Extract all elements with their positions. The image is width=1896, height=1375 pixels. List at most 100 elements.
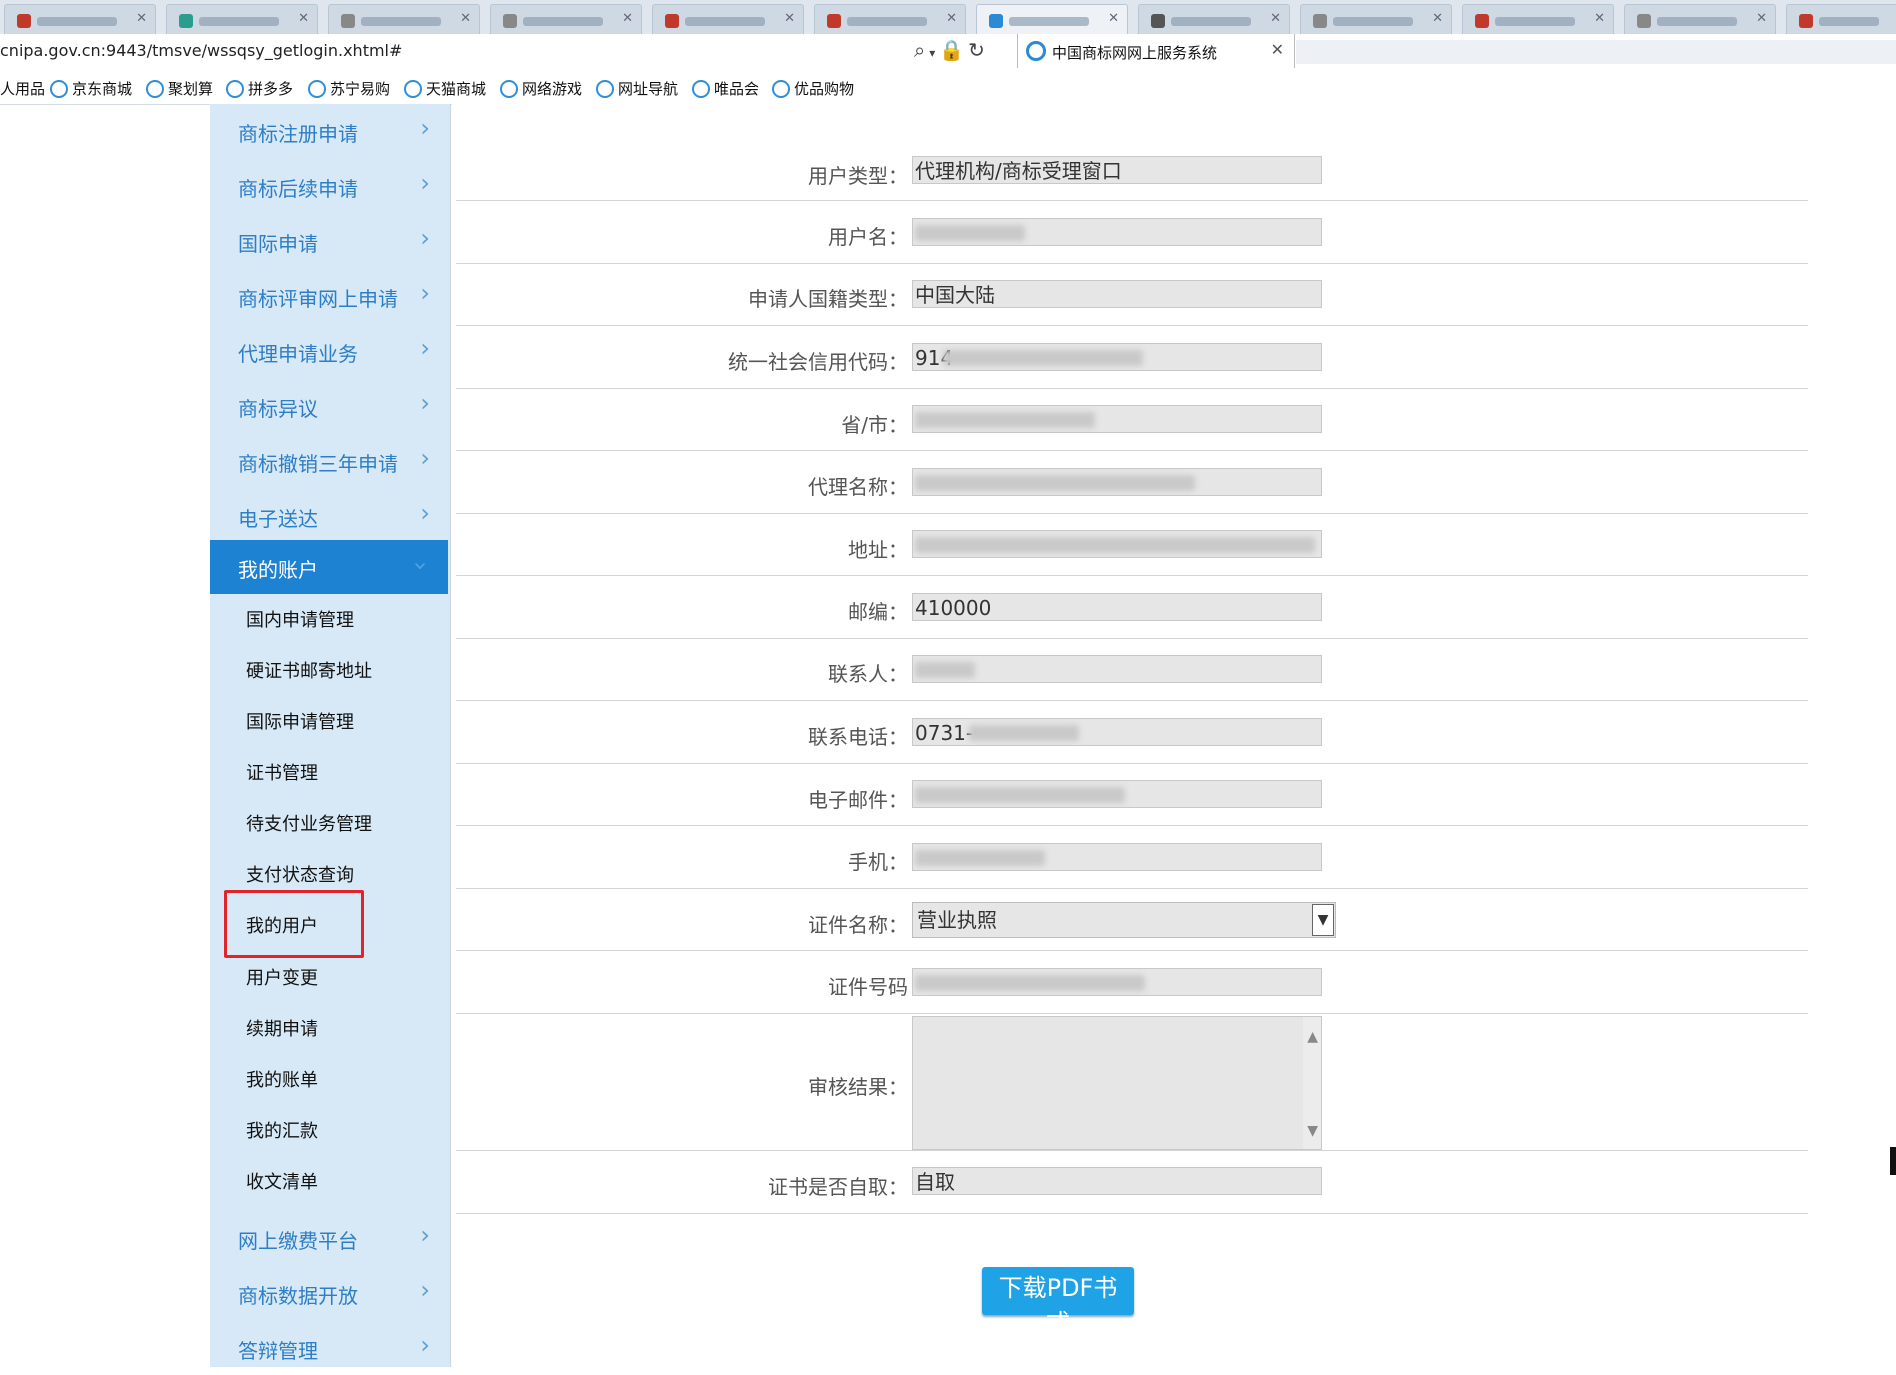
browser-tab[interactable]: ✕ xyxy=(4,4,156,35)
favorite-link[interactable]: 苏宁易购 xyxy=(308,78,390,99)
form-row-province-city: 省/市： xyxy=(456,388,1808,451)
chevron-down-icon: › xyxy=(407,561,436,571)
browser-tab[interactable]: ✕ xyxy=(814,4,966,35)
active-tab-title: 中国商标网网上服务系统 xyxy=(1052,44,1218,62)
my-account-submenu: 国内申请管理 硬证书邮寄地址 国际申请管理 证书管理 待支付业务管理 支付状态查… xyxy=(210,594,448,1193)
sidebar-item-electronic-delivery[interactable]: 电子送达 › xyxy=(210,489,448,543)
browser-tab[interactable]: ✕ xyxy=(1624,4,1776,35)
submenu-my-remittance[interactable]: 我的汇款 xyxy=(246,1117,318,1143)
site-favicon xyxy=(503,14,517,28)
close-tab-icon[interactable]: ✕ xyxy=(946,11,957,26)
favorite-label: 网络游戏 xyxy=(522,80,583,98)
sidebar-item-trademark-registration[interactable]: 商标注册申请 › xyxy=(210,104,448,158)
postcode-field: 410000 xyxy=(912,593,1322,621)
redacted-value xyxy=(969,725,1079,741)
submenu-document-receipt-list[interactable]: 收文清单 xyxy=(246,1168,318,1194)
browser-tab[interactable]: ✕ xyxy=(652,4,804,35)
browser-tab[interactable]: ✕ xyxy=(1300,4,1452,35)
close-tab-icon[interactable]: ✕ xyxy=(1108,11,1119,26)
favorite-link[interactable]: 聚划算 xyxy=(146,78,213,99)
chevron-right-icon: › xyxy=(420,1276,430,1304)
browser-tab[interactable]: ✕ xyxy=(976,4,1128,35)
close-tab-icon[interactable]: ✕ xyxy=(784,11,795,26)
browser-tab[interactable] xyxy=(1786,4,1896,35)
favorite-link[interactable]: 天猫商城 xyxy=(404,78,486,99)
refresh-icon[interactable]: ↻ xyxy=(968,38,989,62)
favorite-label: 网址导航 xyxy=(618,80,679,98)
form-row-user-type: 用户类型： 代理机构/商标受理窗口 xyxy=(456,144,1808,201)
submenu-pending-payment-management[interactable]: 待支付业务管理 xyxy=(246,810,372,836)
search-icon[interactable]: ⌕ xyxy=(914,38,929,62)
credit-code-field: 914 xyxy=(912,343,1322,371)
review-result-textarea[interactable]: ▲ ▼ xyxy=(912,1016,1322,1150)
close-tab-icon[interactable]: ✕ xyxy=(1594,11,1605,26)
favorite-link[interactable]: 网络游戏 xyxy=(500,78,582,99)
sidebar-item-label: 商标数据开放 xyxy=(238,1284,358,1308)
close-tab-icon[interactable]: ✕ xyxy=(1271,40,1284,59)
active-browser-tab[interactable]: 中国商标网网上服务系统 ✕ xyxy=(1017,34,1295,68)
field-label: 地址： xyxy=(848,538,908,562)
submenu-certificate-mailing-address[interactable]: 硬证书邮寄地址 xyxy=(246,657,372,683)
browser-tab[interactable]: ✕ xyxy=(1138,4,1290,35)
favorite-link[interactable]: 网址导航 xyxy=(596,78,678,99)
favorite-link[interactable]: 人用品 xyxy=(0,78,45,99)
submenu-certificate-management[interactable]: 证书管理 xyxy=(246,759,318,785)
favorite-label: 京东商城 xyxy=(72,80,133,98)
scroll-down-icon[interactable]: ▼ xyxy=(1307,1123,1318,1139)
sidebar-item-online-payment[interactable]: 网上缴费平台 › xyxy=(210,1211,448,1265)
scroll-up-icon[interactable]: ▲ xyxy=(1307,1029,1318,1045)
close-tab-icon[interactable]: ✕ xyxy=(298,11,309,26)
window-edge-handle xyxy=(1890,1147,1896,1175)
close-tab-icon[interactable]: ✕ xyxy=(136,11,147,26)
form-row-nationality-type: 申请人国籍类型： 中国大陆 xyxy=(456,263,1808,326)
site-favicon xyxy=(665,14,679,28)
sidebar-item-agency-business[interactable]: 代理申请业务 › xyxy=(210,324,448,378)
submenu-payment-status-query[interactable]: 支付状态查询 xyxy=(246,861,354,887)
sidebar-item-subsequent-application[interactable]: 商标后续申请 › xyxy=(210,159,448,213)
sidebar-item-my-account[interactable]: 我的账户 › xyxy=(210,540,448,594)
submenu-my-bills[interactable]: 我的账单 xyxy=(246,1066,318,1092)
field-label: 电子邮件： xyxy=(808,788,908,812)
close-tab-icon[interactable]: ✕ xyxy=(1432,11,1443,26)
close-tab-icon[interactable]: ✕ xyxy=(460,11,471,26)
sidebar-item-review-online[interactable]: 商标评审网上申请 › xyxy=(210,269,448,323)
sidebar-item-international-application[interactable]: 国际申请 › xyxy=(210,214,448,268)
download-pdf-button[interactable]: 下载PDF书式 xyxy=(982,1267,1134,1337)
close-tab-icon[interactable]: ✕ xyxy=(1270,11,1281,26)
certificate-name-select[interactable]: 营业执照 ▼ xyxy=(912,902,1336,938)
browser-tab[interactable]: ✕ xyxy=(490,4,642,35)
chevron-right-icon: › xyxy=(420,224,430,252)
field-label: 省/市： xyxy=(841,413,908,437)
favorite-link[interactable]: 京东商城 xyxy=(50,78,132,99)
chevron-down-icon[interactable]: ▼ xyxy=(1312,904,1334,936)
browser-tab[interactable]: ✕ xyxy=(328,4,480,35)
field-label: 证件号码 xyxy=(828,975,908,999)
sidebar-item-opposition[interactable]: 商标异议 › xyxy=(210,379,448,433)
close-tab-icon[interactable]: ✕ xyxy=(622,11,633,26)
browser-tab[interactable]: ✕ xyxy=(166,4,318,35)
favorite-label: 苏宁易购 xyxy=(330,80,391,98)
address-bar-icons[interactable]: ⌕▾🔒↻ xyxy=(914,38,989,62)
blurred-toolbar xyxy=(1296,40,1896,64)
site-favicon xyxy=(1151,14,1165,28)
sidebar-item-data-open[interactable]: 商标数据开放 › xyxy=(210,1266,448,1320)
lock-icon[interactable]: 🔒 xyxy=(939,38,968,62)
self-pickup-field: 自取 xyxy=(912,1167,1322,1195)
chevron-right-icon: › xyxy=(420,389,430,417)
submenu-international-application-management[interactable]: 国际申请管理 xyxy=(246,708,354,734)
form-row-contact-phone: 联系电话： 0731- xyxy=(456,700,1808,764)
favorite-link[interactable]: 唯品会 xyxy=(692,78,759,99)
submenu-user-change[interactable]: 用户变更 xyxy=(246,964,318,990)
sidebar-item-cancellation-three-years[interactable]: 商标撤销三年申请 › xyxy=(210,434,448,488)
field-label: 联系人： xyxy=(828,662,908,686)
favorite-link[interactable]: 优品购物 xyxy=(772,78,854,99)
submenu-domestic-application-management[interactable]: 国内申请管理 xyxy=(246,606,354,632)
browser-tab[interactable]: ✕ xyxy=(1462,4,1614,35)
submenu-renewal-application[interactable]: 续期申请 xyxy=(246,1015,318,1041)
province-city-field xyxy=(912,405,1322,433)
url-text[interactable]: cnipa.gov.cn:9443/tmsve/wssqsy_getlogin.… xyxy=(0,41,402,60)
favorite-link[interactable]: 拼多多 xyxy=(226,78,293,99)
ie-favorite-icon xyxy=(50,80,68,98)
dropdown-arrow-icon[interactable]: ▾ xyxy=(929,46,939,60)
close-tab-icon[interactable]: ✕ xyxy=(1756,11,1767,26)
